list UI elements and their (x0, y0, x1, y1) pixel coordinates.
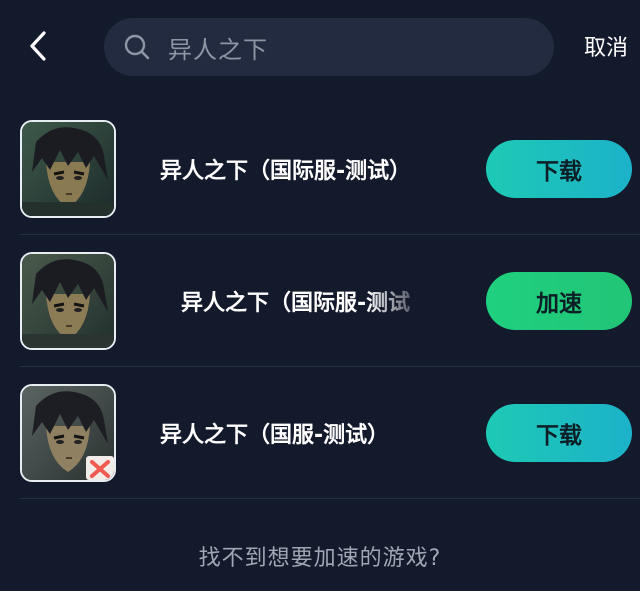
search-icon (122, 32, 152, 62)
game-name: 异人之下（国际服-测试 (181, 291, 411, 316)
cancel-button[interactable]: 取消 (584, 30, 628, 62)
divider (20, 498, 640, 499)
list-item[interactable]: 异人之下（国际服-测试） 下载 (0, 103, 640, 235)
chevron-left-icon (28, 30, 48, 66)
boost-button[interactable]: 加速 (486, 272, 632, 330)
search-results-screen: 异人之下 取消 异人之下（国际服-测试） 下载 异人之下（国际服-测试 加速 异… (0, 0, 640, 591)
game-icon (20, 384, 116, 482)
game-name: 异人之下（国服-测试） (160, 423, 390, 448)
game-icon (20, 252, 116, 350)
list-item[interactable]: 异人之下（国际服-测试 加速 (0, 235, 640, 367)
search-query-text: 异人之下 (168, 35, 268, 64)
list-item[interactable]: 异人之下（国服-测试） 下载 (0, 367, 640, 499)
game-name: 异人之下（国际服-测试） (160, 159, 412, 184)
download-button[interactable]: 下载 (486, 404, 632, 462)
game-icon (20, 120, 116, 218)
missing-game-link[interactable]: 找不到想要加速的游戏? (0, 540, 640, 572)
search-input[interactable]: 异人之下 (104, 18, 554, 76)
back-button[interactable] (18, 26, 58, 70)
gift-badge-icon (86, 456, 114, 480)
download-button[interactable]: 下载 (486, 140, 632, 198)
